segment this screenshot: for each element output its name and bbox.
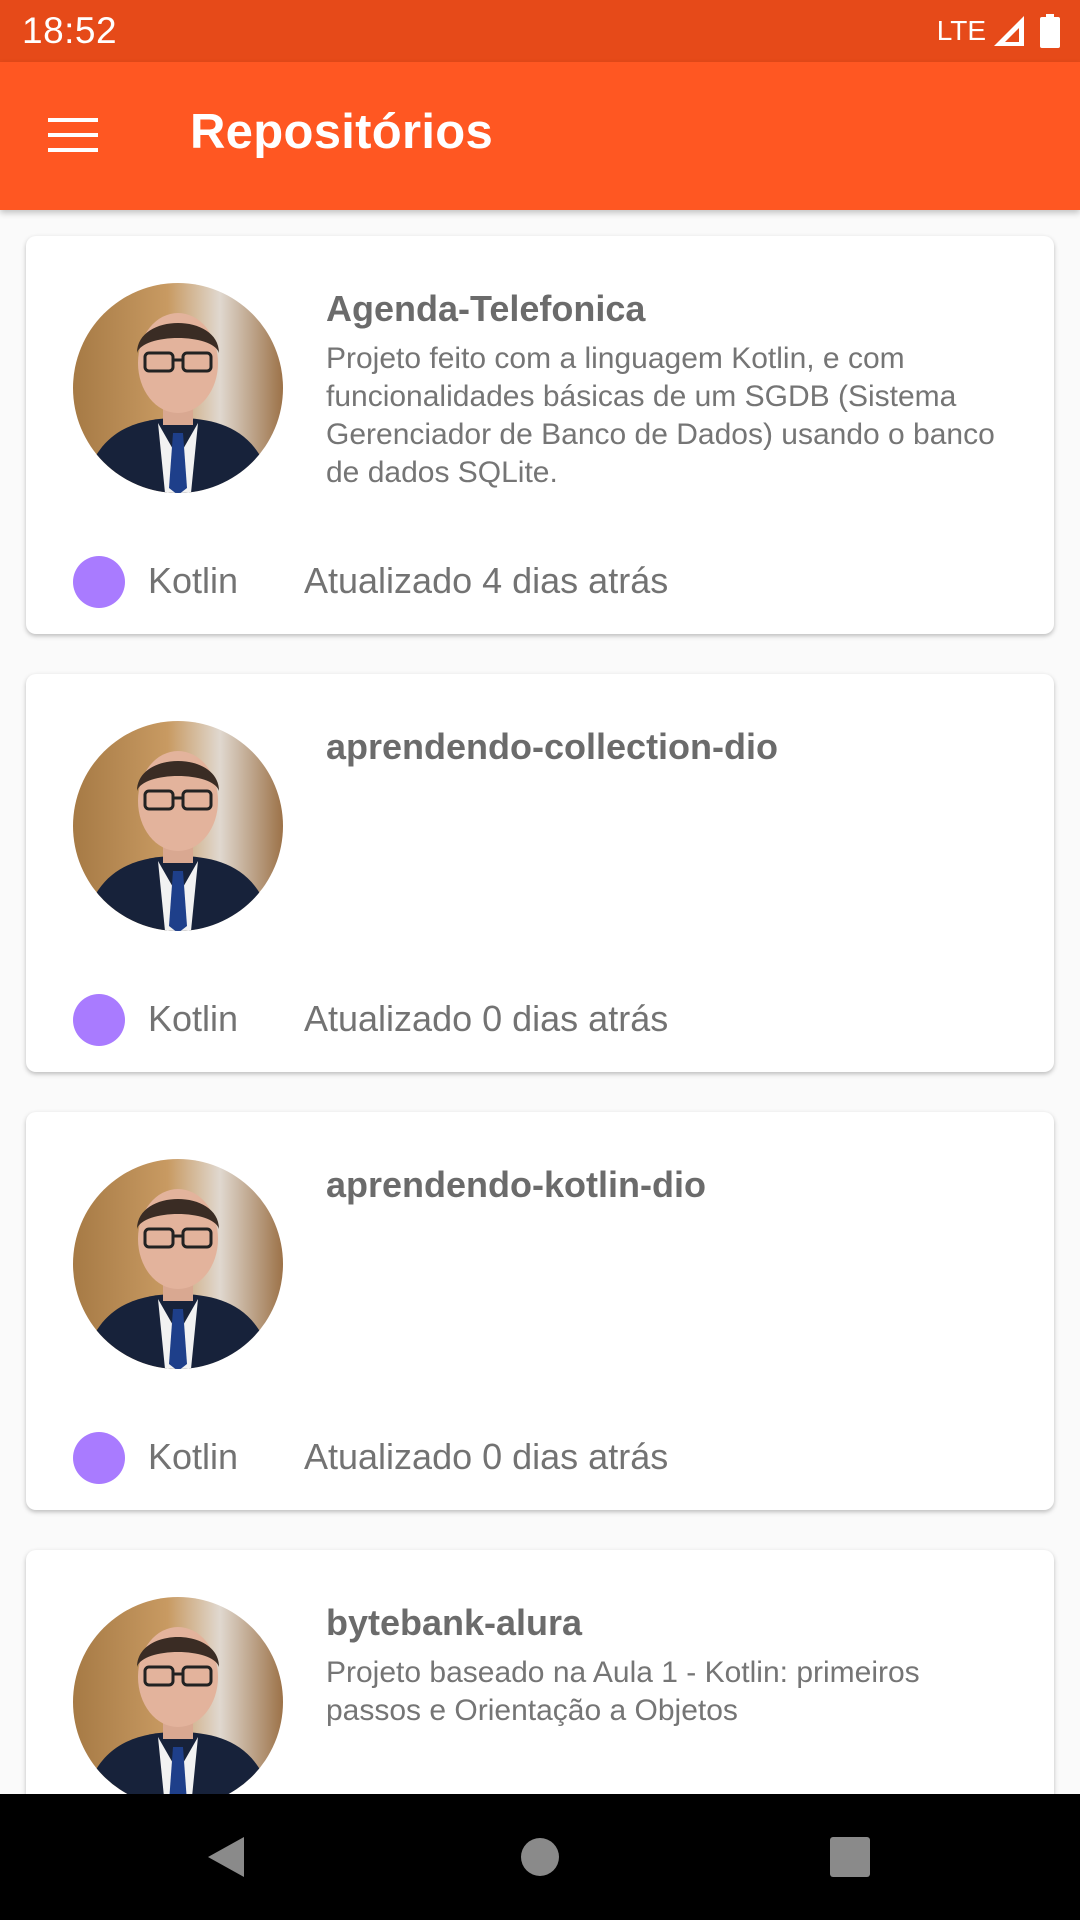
repository-card[interactable]: Agenda-Telefonica Projeto feito com a li… [26,236,1054,634]
repository-description: Projeto baseado na Aula 1 - Kotlin: prim… [326,1656,920,1727]
repository-card[interactable]: aprendendo-kotlin-dio Kotlin Atualizado … [26,1112,1054,1510]
repository-description: Projeto feito com a linguagem Kotlin, e … [326,342,995,489]
repository-updated: Atualizado 0 dias atrás [304,1436,669,1477]
signal-icon [994,16,1024,46]
status-icons: LTE [937,12,1060,50]
repository-language: Kotlin [148,560,239,601]
language-color-dot [73,994,125,1046]
network-type: LTE [936,15,986,46]
repository-card[interactable]: aprendendo-collection-dio Kotlin Atualiz… [26,674,1054,1072]
status-bar: 18:52 LTE [0,0,1080,62]
repository-language: Kotlin [148,1436,239,1477]
owner-avatar [73,1159,283,1369]
repository-name: aprendendo-kotlin-dio [326,1164,706,1205]
language-color-dot [73,1432,125,1484]
owner-avatar [73,1597,283,1794]
repository-language: Kotlin [148,998,239,1039]
repository-name: aprendendo-collection-dio [326,726,779,767]
hamburger-menu-icon[interactable] [32,108,114,162]
home-icon[interactable] [510,1827,570,1887]
owner-avatar [73,283,283,493]
repository-card[interactable]: bytebank-alura Projeto baseado na Aula 1… [26,1550,1054,1794]
repository-updated: Atualizado 0 dias atrás [304,998,669,1039]
repository-list[interactable]: Agenda-Telefonica Projeto feito com a li… [0,210,1080,1794]
system-nav-bar [0,1794,1080,1920]
back-icon[interactable] [196,1827,256,1887]
owner-avatar [73,721,283,931]
repository-name: Agenda-Telefonica [326,288,646,329]
status-time: 18:52 [22,10,118,51]
battery-icon [1040,14,1060,48]
repository-updated: Atualizado 4 dias atrás [304,560,669,601]
page-title: Repositórios [190,105,494,159]
repository-name: bytebank-alura [326,1602,583,1643]
language-color-dot [73,556,125,608]
recent-apps-icon[interactable] [820,1827,880,1887]
app-bar: Repositórios [0,62,1080,210]
